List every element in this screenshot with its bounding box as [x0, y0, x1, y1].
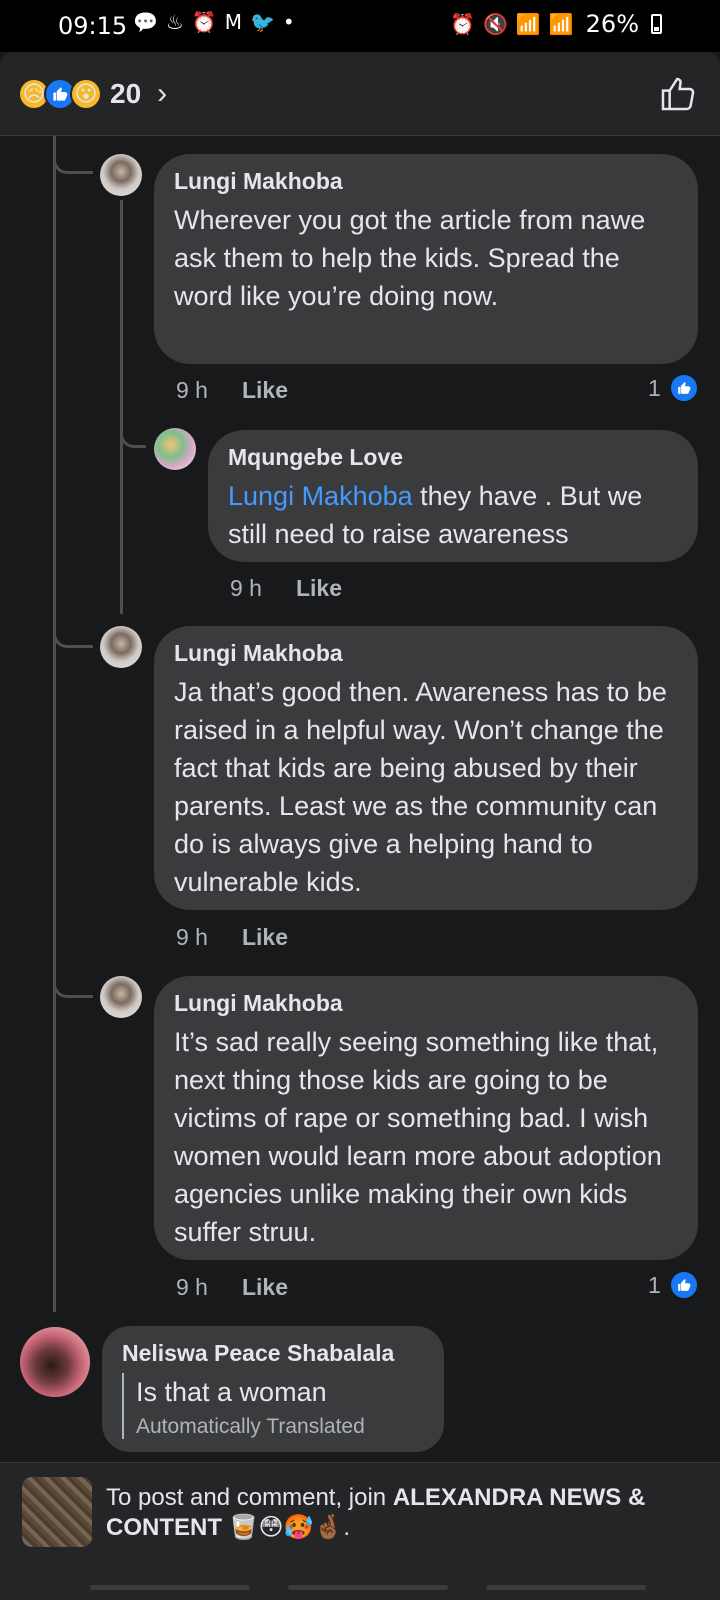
thread-connector: [53, 600, 93, 648]
thread-connector: [53, 136, 93, 174]
comment-bubble[interactable]: Neliswa Peace Shabalala Is that a woman …: [102, 1326, 444, 1452]
mute-icon: 🔇: [482, 12, 508, 36]
wifi-icon: 📶: [515, 12, 541, 36]
alarm-icon: ⏰: [191, 10, 217, 34]
thread-connector: [53, 950, 93, 998]
comment-bubble[interactable]: Lungi Makhoba Wherever you got the artic…: [154, 154, 698, 364]
status-right: ⏰ 🔇 📶 📶 26%: [450, 10, 662, 38]
like-link[interactable]: Like: [242, 377, 288, 404]
comment-like-count[interactable]: 1: [648, 373, 699, 403]
gesture-bar: [288, 1585, 448, 1590]
thread-connector: [120, 400, 146, 448]
comment-bubble[interactable]: Lungi Makhoba Ja that’s good then. Aware…: [154, 626, 698, 910]
alarm-icon: ⏰: [450, 12, 475, 36]
auto-translated-label[interactable]: Automatically Translated: [136, 1415, 424, 1439]
thread-line: [53, 136, 56, 1312]
like-button-icon[interactable]: [658, 74, 698, 114]
join-prompt[interactable]: To post and comment, join ALEXANDRA NEWS…: [106, 1483, 696, 1543]
chevron-right-icon[interactable]: ›: [157, 79, 167, 109]
reaction-count: 20: [110, 78, 142, 109]
wow-reaction-icon: 😮: [70, 78, 102, 110]
comment-time: 9 h: [176, 924, 208, 950]
avatar[interactable]: [20, 1327, 90, 1397]
like-count-value: 1: [648, 1271, 661, 1298]
avatar[interactable]: [100, 154, 142, 196]
comment-time: 9 h: [176, 377, 208, 403]
comment-text: Is that a woman: [136, 1377, 327, 1407]
group-thumbnail[interactable]: [22, 1477, 92, 1547]
like-badge-icon: [668, 373, 699, 403]
battery-percent: 26%: [585, 10, 639, 38]
comment-author[interactable]: Lungi Makhoba: [174, 640, 678, 667]
translated-block: Is that a woman Automatically Translated: [122, 1373, 424, 1439]
comment-bubble[interactable]: Lungi Makhoba It’s sad really seeing som…: [154, 976, 698, 1260]
comment-author[interactable]: Lungi Makhoba: [174, 168, 678, 195]
like-link[interactable]: Like: [296, 575, 342, 602]
like-count-value: 1: [648, 374, 661, 401]
gmail-icon: M: [224, 10, 243, 34]
comment-meta: 9 h Like: [176, 1274, 288, 1301]
comment-text: Wherever you got the article from nawe a…: [174, 205, 646, 311]
status-bar: 09:15 💬 ♨ ⏰ M 🐦 • ⏰ 🔇 📶 📶 26%: [0, 0, 720, 52]
alert-icon: ♨: [165, 10, 184, 34]
comment-meta: 9 h Like: [230, 575, 342, 602]
comment-time: 9 h: [176, 1274, 208, 1300]
comment-author[interactable]: Lungi Makhoba: [174, 990, 678, 1017]
comment-meta: 9 h Like: [176, 377, 288, 404]
reactions-summary[interactable]: 😥 😮 20 ›: [18, 78, 167, 110]
comment-like-count[interactable]: 1: [648, 1270, 699, 1300]
avatar[interactable]: [100, 626, 142, 668]
comment-bubble[interactable]: Mqungebe Love Lungi Makhoba they have . …: [208, 430, 698, 562]
avatar[interactable]: [154, 428, 196, 470]
twitter-icon: 🐦: [250, 10, 275, 34]
comment-author[interactable]: Neliswa Peace Shabalala: [122, 1340, 424, 1367]
gesture-bar: [90, 1585, 250, 1590]
signal-icon: 📶: [548, 12, 574, 36]
reactions-header: 😥 😮 20 ›: [0, 52, 720, 136]
status-time: 09:15: [58, 12, 128, 40]
chat-icon: 💬: [133, 10, 158, 34]
comment-text: Ja that’s good then. Awareness has to be…: [174, 677, 667, 897]
join-group-bar: To post and comment, join ALEXANDRA NEWS…: [0, 1462, 720, 1600]
join-prompt-suffix: 🥃😳🥵🤞🏾.: [222, 1514, 351, 1541]
battery-icon: [651, 14, 662, 34]
like-link[interactable]: Like: [242, 924, 288, 951]
notification-icons: 💬 ♨ ⏰ M 🐦 •: [133, 10, 295, 34]
comment-author[interactable]: Mqungebe Love: [228, 444, 678, 471]
dot-icon: •: [282, 10, 295, 34]
comment-text: It’s sad really seeing something like th…: [174, 1027, 662, 1247]
avatar[interactable]: [100, 976, 142, 1018]
comment-time: 9 h: [230, 575, 262, 601]
join-prompt-prefix: To post and comment, join: [106, 1484, 393, 1511]
like-badge-icon: [668, 1270, 699, 1300]
comment-text: Lungi Makhoba they have . But we still n…: [228, 477, 678, 553]
gesture-bar: [486, 1585, 646, 1590]
like-link[interactable]: Like: [242, 1274, 288, 1301]
comment-meta: 9 h Like: [176, 924, 288, 951]
mention-link[interactable]: Lungi Makhoba: [228, 481, 413, 511]
